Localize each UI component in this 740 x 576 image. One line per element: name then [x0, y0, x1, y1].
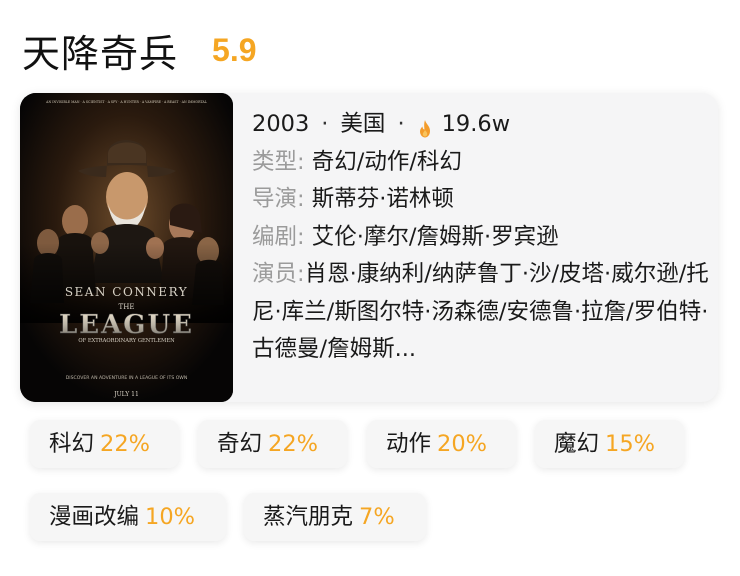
- tag-percent: 22%: [100, 431, 151, 457]
- fire-icon: [417, 114, 433, 138]
- tag-chip[interactable]: 奇幻 22%: [198, 420, 347, 468]
- cast-label: 演员:: [252, 261, 305, 287]
- director-row: 导演: 斯蒂芬·诺林顿: [252, 181, 712, 219]
- tag-name: 漫画改编: [49, 504, 140, 530]
- cast-value: 肖恩·康纳利/纳萨鲁丁·沙/皮塔·威尔逊/托尼·库兰/斯图尔特·汤森德/安德鲁·…: [252, 261, 709, 362]
- tag-name: 魔幻: [554, 431, 600, 457]
- tag-name: 奇幻: [217, 431, 263, 457]
- genre-value: 奇幻/动作/科幻: [311, 148, 462, 175]
- tag-name: 科幻: [49, 431, 95, 457]
- tag-percent: 22%: [268, 431, 319, 457]
- tag-percent: 7%: [359, 504, 395, 530]
- tag-percent: 20%: [437, 431, 488, 457]
- director-label: 导演:: [252, 186, 305, 212]
- tag-chip[interactable]: 动作 20%: [367, 420, 516, 468]
- tag-name: 蒸汽朋克: [263, 504, 354, 530]
- genre-row: 类型: 奇幻/动作/科幻: [252, 144, 712, 182]
- tag-chip[interactable]: 魔幻 15%: [535, 420, 684, 468]
- movie-year: 2003: [252, 111, 310, 137]
- tag-name: 动作: [386, 431, 432, 457]
- poster-date: JULY 11: [113, 391, 139, 398]
- poster-tagline-bottom: DISCOVER AN ADVENTURE IN A LEAGUE OF ITS…: [66, 375, 188, 381]
- tag-percent: 15%: [605, 431, 656, 457]
- writer-row: 编剧: 艾伦·摩尔/詹姆斯·罗宾逊: [252, 219, 712, 257]
- tag-percent: 10%: [145, 504, 196, 530]
- movie-heat: 19.6w: [441, 111, 511, 137]
- page-header: 天降奇兵 5.9: [22, 22, 257, 78]
- poster-actor: SEAN CONNERY: [65, 285, 188, 299]
- separator-dot: ·: [321, 111, 329, 137]
- director-value: 斯蒂芬·诺林顿: [311, 186, 454, 212]
- meta-row: 2003 · 美国 · 19.6w: [252, 106, 712, 144]
- movie-score: 5.9: [212, 31, 257, 68]
- movie-details: 2003 · 美国 · 19.6w 类型: 奇幻/动作/科幻 导演: 斯蒂芬·诺…: [252, 106, 712, 369]
- separator-dot: ·: [397, 111, 405, 137]
- cast-row: 演员:肖恩·康纳利/纳萨鲁丁·沙/皮塔·威尔逊/托尼·库兰/斯图尔特·汤森德/安…: [252, 256, 712, 369]
- genre-label: 类型:: [252, 148, 305, 175]
- movie-title: 天降奇兵: [22, 31, 179, 76]
- writer-value: 艾伦·摩尔/詹姆斯·罗宾逊: [311, 223, 559, 250]
- movie-poster[interactable]: AN INVISIBLE MAN · A SCIENTIST · A SPY ·…: [20, 93, 233, 402]
- tag-chip[interactable]: 蒸汽朋克 7%: [244, 493, 426, 541]
- poster-title-big: LEAGUE: [59, 310, 194, 340]
- poster-subtitle: OF EXTRAORDINARY GENTLEMEN: [78, 338, 175, 344]
- writer-label: 编剧:: [252, 223, 305, 250]
- poster-tagline-top: AN INVISIBLE MAN · A SCIENTIST · A SPY ·…: [45, 100, 208, 104]
- tag-chip[interactable]: 漫画改编 10%: [30, 493, 226, 541]
- movie-info-card[interactable]: AN INVISIBLE MAN · A SCIENTIST · A SPY ·…: [20, 93, 718, 402]
- tag-chip[interactable]: 科幻 22%: [30, 420, 179, 468]
- movie-country: 美国: [340, 111, 386, 137]
